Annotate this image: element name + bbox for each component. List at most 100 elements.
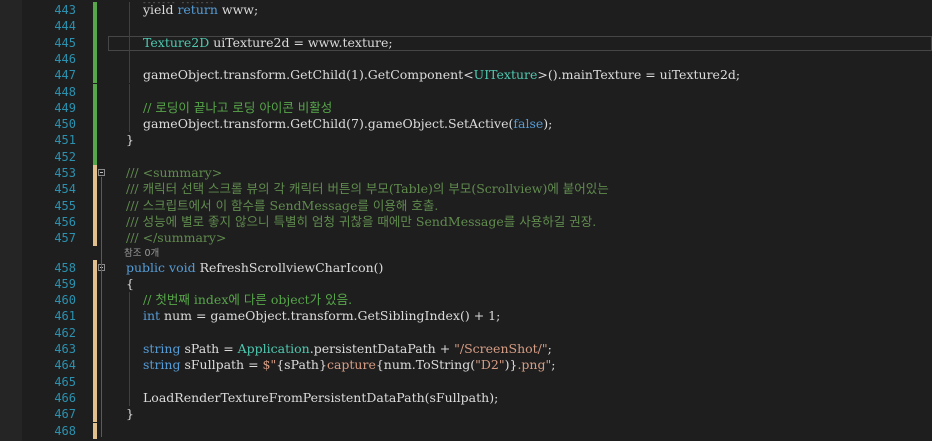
code-line[interactable]: 454 /// 캐릭터 선택 스크롤 뷰의 각 캐릭터 버튼의 부모(Table)…: [0, 181, 932, 198]
line-number: 457: [54, 231, 76, 246]
code-line[interactable]: 464 string sFullpath = $"{sPath}capture{n…: [0, 357, 932, 374]
line-number: 462: [54, 325, 76, 340]
code-text[interactable]: /// 스크립트에서 이 함수를 SendMessage를 이용해 호출.: [126, 198, 438, 214]
code-token: gameObject.transform.GetChild(1).GetComp…: [143, 67, 474, 83]
code-line[interactable]: 450 gameObject.transform.GetChild(7).game…: [0, 116, 932, 133]
code-line[interactable]: 446: [0, 50, 932, 68]
code-line[interactable]: 457 /// </summary>: [0, 230, 932, 247]
indent-guide: [129, 373, 130, 390]
code-text[interactable]: /// <summary>: [126, 165, 222, 181]
code-line[interactable]: 451}: [0, 132, 932, 149]
saved-change-marker: [93, 99, 97, 117]
code-line[interactable]: 444: [0, 18, 932, 35]
code-line[interactable]: 455 /// 스크립트에서 이 함수를 SendMessage를 이용해 호출.: [0, 197, 932, 214]
code-line[interactable]: 468: [0, 422, 932, 439]
code-line[interactable]: 445 Texture2D uiTexture2d = www.texture;: [0, 34, 932, 51]
indent-guide: [129, 67, 130, 84]
collapse-toggle-icon[interactable]: [98, 169, 105, 176]
code-text[interactable]: // 로딩이 끝나고 로딩 아이콘 비활성: [143, 100, 332, 116]
code-token: );: [543, 116, 553, 132]
code-token: /// 성능에 별로 좋지 않으니 특별히 엄청 귀찮을 때에만 SendMes…: [126, 213, 597, 229]
code-text[interactable]: /// </summary>: [126, 230, 226, 246]
code-line[interactable]: 460 // 첫번째 index에 다른 object가 있음.: [0, 292, 932, 309]
code-token: return: [177, 2, 218, 17]
code-text[interactable]: yield return www;: [143, 2, 258, 18]
code-text[interactable]: }: [126, 132, 134, 148]
code-text[interactable]: string sPath = Application.persistentDat…: [143, 341, 552, 357]
indent-guide: [129, 389, 130, 407]
line-number: 460: [54, 293, 76, 308]
line-number: 453: [54, 166, 76, 180]
unsaved-change-marker: [93, 308, 97, 325]
code-text[interactable]: /// 성능에 별로 좋지 않으니 특별히 엄청 귀찮을 때에만 SendMes…: [126, 214, 596, 230]
code-token: "/ScreenShot/": [454, 341, 548, 356]
code-text[interactable]: gameObject.transform.GetChild(7).gameObj…: [143, 116, 552, 132]
saved-change-marker: [93, 148, 97, 165]
line-number: 454: [54, 182, 76, 197]
saved-change-marker: [93, 34, 97, 51]
code-token: string: [143, 341, 181, 356]
code-line[interactable]: 452: [0, 148, 932, 165]
code-line[interactable]: 443 yield return www;: [0, 2, 932, 19]
code-line[interactable]: 466 LoadRenderTextureFromPersistentDataPa…: [0, 389, 932, 407]
unsaved-change-marker: [93, 324, 97, 341]
code-line[interactable]: 456 /// 성능에 별로 좋지 않으니 특별히 엄청 귀찮을 때에만 Send…: [0, 213, 932, 231]
saved-change-marker: [93, 67, 97, 84]
code-text[interactable]: LoadRenderTextureFromPersistentDataPath(…: [143, 390, 498, 406]
code-token: /// 캐릭터 선택 스크롤 뷰의 각 캐릭터 버튼의 부모(Table)의 부…: [126, 181, 609, 197]
code-line[interactable]: 461 int num = gameObject.transform.GetSib…: [0, 308, 932, 325]
code-line[interactable]: 449 // 로딩이 끝나고 로딩 아이콘 비활성: [0, 99, 932, 117]
indent-guide: [129, 83, 130, 100]
code-token: {num.ToString(: [375, 357, 476, 373]
indent-guide: [129, 50, 130, 68]
unsaved-change-marker: [93, 389, 97, 407]
code-token: void: [169, 259, 196, 275]
code-text[interactable]: {: [126, 276, 134, 292]
code-text[interactable]: int num = gameObject.transform.GetSiblin…: [143, 308, 500, 324]
code-token: {: [126, 275, 134, 291]
line-number: 455: [54, 198, 76, 213]
code-token: .persistentDataPath +: [309, 341, 455, 356]
indent-guide: [129, 357, 130, 374]
code-text[interactable]: /// 캐릭터 선택 스크롤 뷰의 각 캐릭터 버튼의 부모(Table)의 부…: [126, 181, 609, 197]
code-editor[interactable]: ------- ------- 443 yield return www; 444 4…: [0, 0, 932, 441]
code-token: ///: [126, 165, 143, 180]
line-number: 456: [54, 214, 76, 229]
code-line[interactable]: 448: [0, 83, 932, 100]
code-token: Texture2D: [143, 34, 210, 50]
code-token: <summary>: [142, 165, 223, 180]
code-line[interactable]: 465: [0, 373, 932, 390]
code-text[interactable]: string sFullpath = $"{sPath}capture{num.…: [143, 357, 555, 373]
code-token: uiTexture2d = www.texture;: [209, 34, 393, 50]
unsaved-change-marker: [93, 197, 97, 214]
code-text[interactable]: // 첫번째 index에 다른 object가 있음.: [143, 292, 352, 308]
indent-guide: [129, 18, 130, 35]
unsaved-change-marker: [93, 165, 97, 182]
saved-change-marker: [93, 132, 97, 149]
indent-guide: [129, 2, 130, 19]
code-line[interactable]: 463 string sPath = Application.persistent…: [0, 341, 932, 358]
line-number: 468: [54, 423, 76, 438]
indent-guide: [129, 341, 130, 358]
unsaved-change-marker: [93, 181, 97, 198]
line-number: 450: [54, 117, 76, 132]
line-number: 447: [54, 68, 76, 83]
fold-region-line: [101, 177, 102, 437]
code-line[interactable]: 459 {: [0, 275, 932, 293]
code-text[interactable]: gameObject.transform.GetChild(1).GetComp…: [143, 67, 740, 83]
reference-count-hint[interactable]: 참조 0개: [124, 247, 159, 261]
code-line[interactable]: 458 public void RefreshScrollviewCharIcon…: [0, 259, 932, 276]
code-text[interactable]: }: [126, 406, 134, 422]
code-text[interactable]: public void RefreshScrollviewCharIcon(): [126, 260, 383, 276]
line-number: 452: [54, 149, 76, 164]
saved-change-marker: [93, 2, 97, 19]
code-line[interactable]: 447 gameObject.transform.GetChild(1).GetC…: [0, 67, 932, 84]
code-line[interactable]: 453 /// <summary>: [0, 165, 932, 182]
code-token: ;: [547, 341, 552, 356]
code-text[interactable]: Texture2D uiTexture2d = www.texture;: [143, 35, 393, 51]
unsaved-change-marker: [93, 275, 97, 293]
code-line[interactable]: 462: [0, 324, 932, 341]
code-token: "D2": [475, 357, 505, 373]
code-line[interactable]: 467}: [0, 406, 932, 423]
saved-change-marker: [93, 116, 97, 133]
